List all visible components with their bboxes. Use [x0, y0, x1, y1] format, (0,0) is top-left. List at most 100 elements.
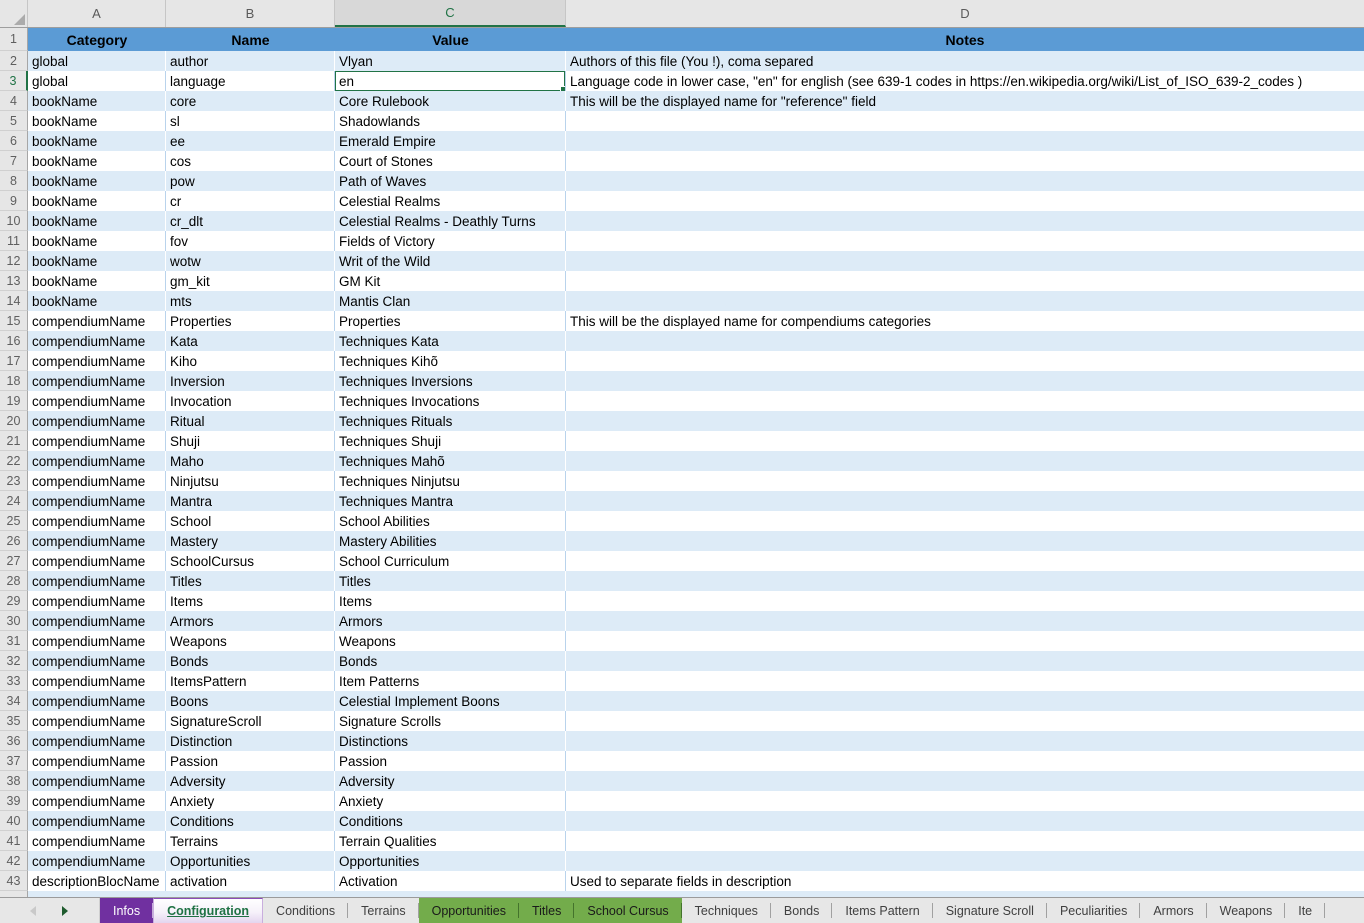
cell-B33[interactable]: ItemsPattern [166, 671, 335, 691]
cell-A3[interactable]: global [28, 71, 166, 91]
row-header-3[interactable]: 3 [0, 71, 28, 91]
cell-A41[interactable]: compendiumName [28, 831, 166, 851]
table-header-name[interactable]: Name [166, 28, 335, 51]
cell-B17[interactable]: Kiho [166, 351, 335, 371]
cell-C43[interactable]: Activation [335, 871, 566, 891]
cell-B13[interactable]: gm_kit [166, 271, 335, 291]
cell-D9[interactable] [566, 191, 1364, 211]
cell-A38[interactable]: compendiumName [28, 771, 166, 791]
sheet-tab-signature-scroll[interactable]: Signature Scroll [933, 898, 1047, 923]
cell-B36[interactable]: Distinction [166, 731, 335, 751]
cell-D31[interactable] [566, 631, 1364, 651]
cell-B19[interactable]: Invocation [166, 391, 335, 411]
row-header-12[interactable]: 12 [0, 251, 28, 271]
cell-B18[interactable]: Inversion [166, 371, 335, 391]
cell-D10[interactable] [566, 211, 1364, 231]
table-header-category[interactable]: Category [28, 28, 166, 51]
cell-B7[interactable]: cos [166, 151, 335, 171]
sheet-tab-peculiarities[interactable]: Peculiarities [1047, 898, 1140, 923]
cell-C40[interactable]: Conditions [335, 811, 566, 831]
cell-A15[interactable]: compendiumName [28, 311, 166, 331]
cell-A17[interactable]: compendiumName [28, 351, 166, 371]
row-header-9[interactable]: 9 [0, 191, 28, 211]
cell-A35[interactable]: compendiumName [28, 711, 166, 731]
cell-B37[interactable]: Passion [166, 751, 335, 771]
cell-B20[interactable]: Ritual [166, 411, 335, 431]
cell-D11[interactable] [566, 231, 1364, 251]
cell-A5[interactable]: bookName [28, 111, 166, 131]
row-header-21[interactable]: 21 [0, 431, 28, 451]
cell-B31[interactable]: Weapons [166, 631, 335, 651]
sheet-tab-terrains[interactable]: Terrains [348, 898, 418, 923]
cell-A26[interactable]: compendiumName [28, 531, 166, 551]
column-header-A[interactable]: A [28, 0, 166, 27]
cell-C16[interactable]: Techniques Kata [335, 331, 566, 351]
row-header-5[interactable]: 5 [0, 111, 28, 131]
table-header-value[interactable]: Value [335, 28, 566, 51]
cell-A39[interactable]: compendiumName [28, 791, 166, 811]
cell-A36[interactable]: compendiumName [28, 731, 166, 751]
cell-D41[interactable] [566, 831, 1364, 851]
cell-B23[interactable]: Ninjutsu [166, 471, 335, 491]
row-header-10[interactable]: 10 [0, 211, 28, 231]
cell-C29[interactable]: Items [335, 591, 566, 611]
cell-D21[interactable] [566, 431, 1364, 451]
cell-B35[interactable]: SignatureScroll [166, 711, 335, 731]
cell-A34[interactable]: compendiumName [28, 691, 166, 711]
cell-C3[interactable]: en [335, 71, 566, 91]
cell-B26[interactable]: Mastery [166, 531, 335, 551]
cell-A33[interactable]: compendiumName [28, 671, 166, 691]
sheet-tab-school-cursus[interactable]: School Cursus [574, 898, 681, 923]
sheet-tab-conditions[interactable]: Conditions [263, 898, 348, 923]
cell-A23[interactable]: compendiumName [28, 471, 166, 491]
cell-B32[interactable]: Bonds [166, 651, 335, 671]
row-header-25[interactable]: 25 [0, 511, 28, 531]
cell-C2[interactable]: Vlyan [335, 51, 566, 71]
scroll-tabs-right-icon[interactable] [62, 906, 68, 916]
cell-A25[interactable]: compendiumName [28, 511, 166, 531]
cell-C13[interactable]: GM Kit [335, 271, 566, 291]
cell-C9[interactable]: Celestial Realms [335, 191, 566, 211]
cell-A8[interactable]: bookName [28, 171, 166, 191]
cell-D7[interactable] [566, 151, 1364, 171]
cell-C10[interactable]: Celestial Realms - Deathly Turns [335, 211, 566, 231]
cell-A27[interactable]: compendiumName [28, 551, 166, 571]
row-header-37[interactable]: 37 [0, 751, 28, 771]
cell-A37[interactable]: compendiumName [28, 751, 166, 771]
cell-B21[interactable]: Shuji [166, 431, 335, 451]
cell-C20[interactable]: Techniques Rituals [335, 411, 566, 431]
row-header-24[interactable]: 24 [0, 491, 28, 511]
cell-B6[interactable]: ee [166, 131, 335, 151]
row-header-32[interactable]: 32 [0, 651, 28, 671]
cell-A12[interactable]: bookName [28, 251, 166, 271]
cell-D4[interactable]: This will be the displayed name for "ref… [566, 91, 1364, 111]
column-header-C[interactable]: C [335, 0, 566, 27]
row-header-26[interactable]: 26 [0, 531, 28, 551]
cell-C14[interactable]: Mantis Clan [335, 291, 566, 311]
row-header-17[interactable]: 17 [0, 351, 28, 371]
cell-C38[interactable]: Adversity [335, 771, 566, 791]
cell-D34[interactable] [566, 691, 1364, 711]
cell-C24[interactable]: Techniques Mantra [335, 491, 566, 511]
row-header-22[interactable]: 22 [0, 451, 28, 471]
cell-D13[interactable] [566, 271, 1364, 291]
cell-D24[interactable] [566, 491, 1364, 511]
cell-D17[interactable] [566, 351, 1364, 371]
cell-B27[interactable]: SchoolCursus [166, 551, 335, 571]
cell-B25[interactable]: School [166, 511, 335, 531]
cell-D43[interactable]: Used to separate fields in description [566, 871, 1364, 891]
row-header-16[interactable]: 16 [0, 331, 28, 351]
cell-C11[interactable]: Fields of Victory [335, 231, 566, 251]
cell-A16[interactable]: compendiumName [28, 331, 166, 351]
cell-D15[interactable]: This will be the displayed name for comp… [566, 311, 1364, 331]
cell-B10[interactable]: cr_dlt [166, 211, 335, 231]
cell-C37[interactable]: Passion [335, 751, 566, 771]
row-header-11[interactable]: 11 [0, 231, 28, 251]
cell-A43[interactable]: descriptionBlocName [28, 871, 166, 891]
cell-C15[interactable]: Properties [335, 311, 566, 331]
cell-D32[interactable] [566, 651, 1364, 671]
cell-D27[interactable] [566, 551, 1364, 571]
cell-A42[interactable]: compendiumName [28, 851, 166, 871]
cell-D20[interactable] [566, 411, 1364, 431]
cell-C7[interactable]: Court of Stones [335, 151, 566, 171]
